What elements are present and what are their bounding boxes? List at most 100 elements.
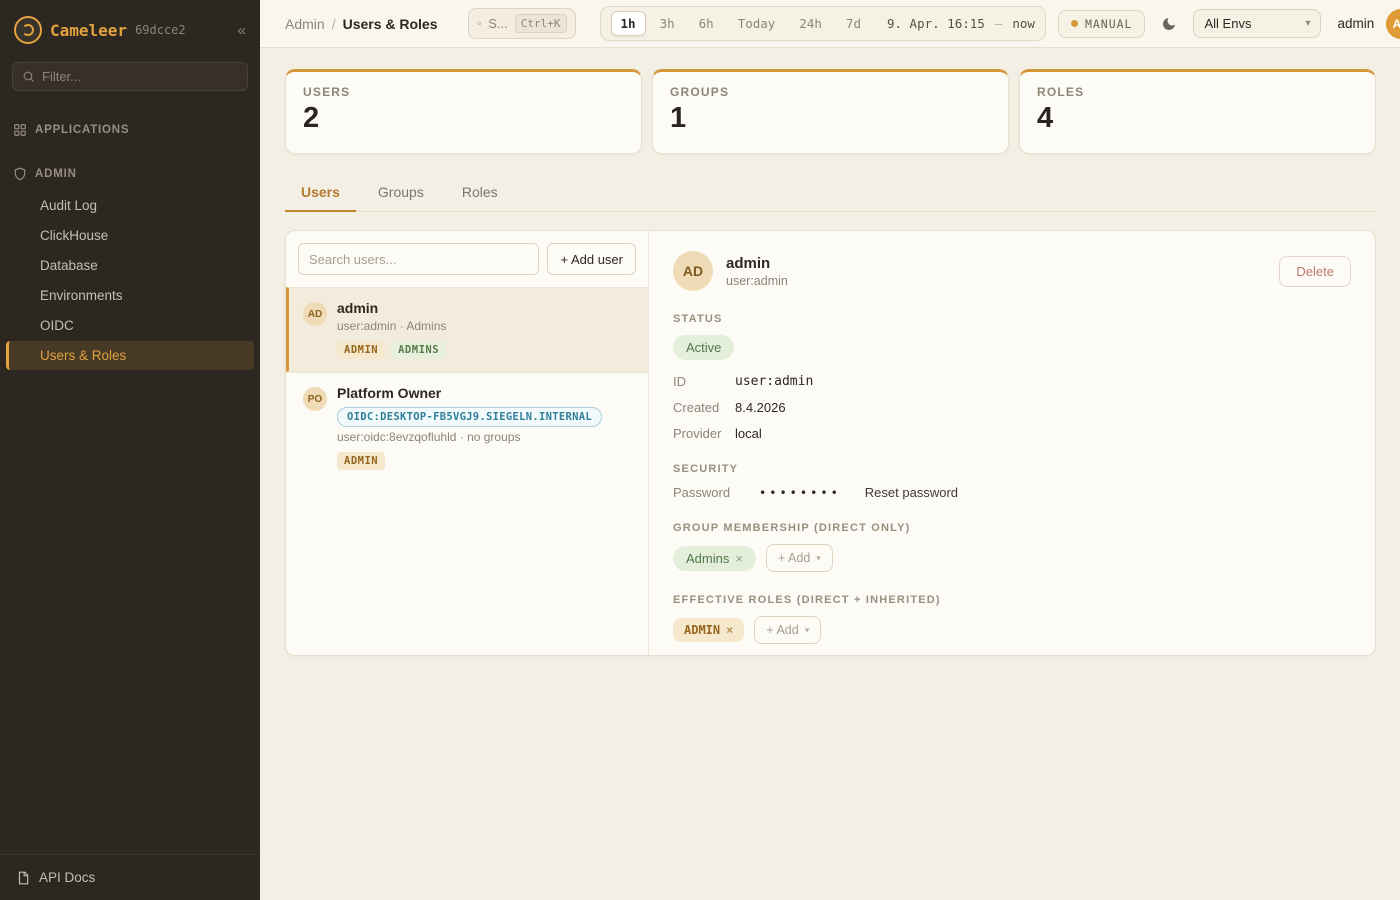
range-7d-button[interactable]: 7d [836,11,871,36]
search-icon [22,70,35,83]
user-list-pane: + Add user AD admin user:admin · Admins … [286,231,649,655]
delete-user-button[interactable]: Delete [1279,256,1351,287]
environment-select-value: All Envs [1204,16,1251,31]
range-today-button[interactable]: Today [728,11,786,36]
effective-roles-heading: EFFECTIVE ROLES (DIRECT + INHERITED) [673,594,1351,606]
app-logo-icon [14,16,42,44]
build-id: 69dcce2 [135,23,186,37]
user-list-item-platform-owner[interactable]: PO Platform Owner OIDC:DESKTOP-FB5VGJ9.S… [286,372,648,482]
search-icon [477,17,482,30]
user-detail-title: admin user:admin [726,255,788,288]
sidebar-admin-items: Audit Log ClickHouse Database Environmen… [0,191,260,370]
add-role-button[interactable]: + Add ▾ [754,616,821,644]
provider-field-label: Provider [673,426,735,441]
add-group-button[interactable]: + Add ▾ [766,544,833,572]
range-24h-button[interactable]: 24h [789,11,832,36]
user-detail-header: AD admin user:admin Delete [673,251,1351,291]
role-chip-label: ADMIN [684,623,720,637]
refresh-status-dot-icon [1071,20,1078,27]
oidc-provider-badge: OIDC:DESKTOP-FB5VGJ9.SIEGELN.INTERNAL [337,407,602,427]
tab-bar: Users Groups Roles [285,176,1376,212]
chevron-down-icon: ▾ [1305,18,1310,29]
range-6h-button[interactable]: 6h [689,11,724,36]
add-user-button[interactable]: + Add user [547,243,636,275]
user-item-badges: ADMIN [337,452,602,470]
environment-select[interactable]: All Envs ▾ [1193,9,1321,38]
user-avatar[interactable]: AD [1386,9,1400,39]
tab-roles[interactable]: Roles [446,176,514,212]
role-badge: ADMIN [337,341,385,359]
password-label: Password [673,485,735,500]
sidebar-filter-input[interactable] [42,69,238,84]
refresh-mode-button[interactable]: MANUAL [1058,10,1146,38]
user-item-body: admin user:admin · Admins ADMIN ADMINS [337,300,446,359]
theme-toggle-button[interactable] [1157,12,1181,36]
sidebar-section-applications[interactable]: APPLICATIONS [0,115,260,145]
user-detail-subtitle: user:admin [726,274,788,288]
stat-label: ROLES [1037,85,1358,99]
role-chip-admin[interactable]: ADMIN × [673,618,744,642]
password-row: Password •••••••• Reset password [673,485,1351,500]
range-1h-button[interactable]: 1h [611,11,646,36]
breadcrumb-admin[interactable]: Admin [285,16,325,32]
range-3h-button[interactable]: 3h [650,11,685,36]
sidebar-section-label: APPLICATIONS [35,124,129,136]
user-item-body: Platform Owner OIDC:DESKTOP-FB5VGJ9.SIEG… [337,385,602,470]
main-column: Admin / Users & Roles S... Ctrl+K 1h 3h … [260,0,1400,900]
search-users-input[interactable] [298,243,539,275]
refresh-mode-label: MANUAL [1085,17,1133,31]
app-name: Cameleer [50,21,127,40]
status-badge: Active [673,335,734,360]
chevron-down-icon: ▾ [816,553,821,564]
sidebar-filter [12,62,248,91]
search-shortcut-kbd: Ctrl+K [515,14,567,33]
effective-roles-chips: ADMIN × + Add ▾ [673,616,1351,644]
sidebar-item-clickhouse[interactable]: ClickHouse [6,221,254,250]
chevron-down-icon: ▾ [805,625,810,636]
breadcrumb-separator: / [332,16,336,32]
sidebar-item-database[interactable]: Database [6,251,254,280]
group-membership-chips: Admins × + Add ▾ [673,544,1351,572]
api-docs-link[interactable]: API Docs [0,854,260,900]
group-chip-admins[interactable]: Admins × [673,546,756,571]
tab-groups[interactable]: Groups [362,176,440,212]
stats-row: USERS 2 GROUPS 1 ROLES 4 [285,69,1376,154]
sidebar-section-admin[interactable]: ADMIN [0,159,260,189]
security-heading: SECURITY [673,463,1351,475]
time-to[interactable]: now [1012,16,1035,31]
sidebar: Cameleer 69dcce2 « APPLICATIONS ADMIN Au… [0,0,260,900]
global-search-label: S... [488,16,508,31]
close-icon[interactable]: × [735,551,743,566]
sidebar-item-oidc[interactable]: OIDC [6,311,254,340]
global-search[interactable]: S... Ctrl+K [468,8,576,39]
avatar: AD [303,302,327,326]
reset-password-link[interactable]: Reset password [865,485,958,500]
stat-card-groups: GROUPS 1 [652,69,1009,154]
time-from[interactable]: 9. Apr. 16:15 [887,16,985,31]
password-mask: •••••••• [759,486,841,500]
sidebar-nav: APPLICATIONS ADMIN Audit Log ClickHouse … [0,101,260,854]
shield-icon [13,167,27,181]
stat-value: 2 [303,102,624,135]
user-list-toolbar: + Add user [286,231,648,287]
id-field-value: user:admin [735,374,1351,389]
api-docs-icon [16,871,30,885]
time-separator: – [995,16,1003,31]
user-detail-pane: AD admin user:admin Delete STATUS Active… [649,231,1375,655]
stat-value: 4 [1037,102,1358,135]
group-chip-label: Admins [686,551,729,566]
sidebar-collapse-icon[interactable]: « [238,22,246,39]
sidebar-item-environments[interactable]: Environments [6,281,254,310]
sidebar-item-users-roles[interactable]: Users & Roles [6,341,254,370]
close-icon[interactable]: × [726,623,733,637]
stat-label: GROUPS [670,85,991,99]
status-heading: STATUS [673,313,1351,325]
user-list-item-admin[interactable]: AD admin user:admin · Admins ADMIN ADMIN… [286,287,648,372]
tab-users[interactable]: Users [285,176,356,212]
time-range-group: 1h 3h 6h Today 24h 7d 9. Apr. 16:15 – no… [600,6,1046,41]
user-item-badges: ADMIN ADMINS [337,341,446,359]
user-fields: ID user:admin Created 8.4.2026 Provider … [673,374,1351,441]
sidebar-section-label: ADMIN [35,168,77,180]
stat-card-roles: ROLES 4 [1019,69,1376,154]
sidebar-item-audit-log[interactable]: Audit Log [6,191,254,220]
